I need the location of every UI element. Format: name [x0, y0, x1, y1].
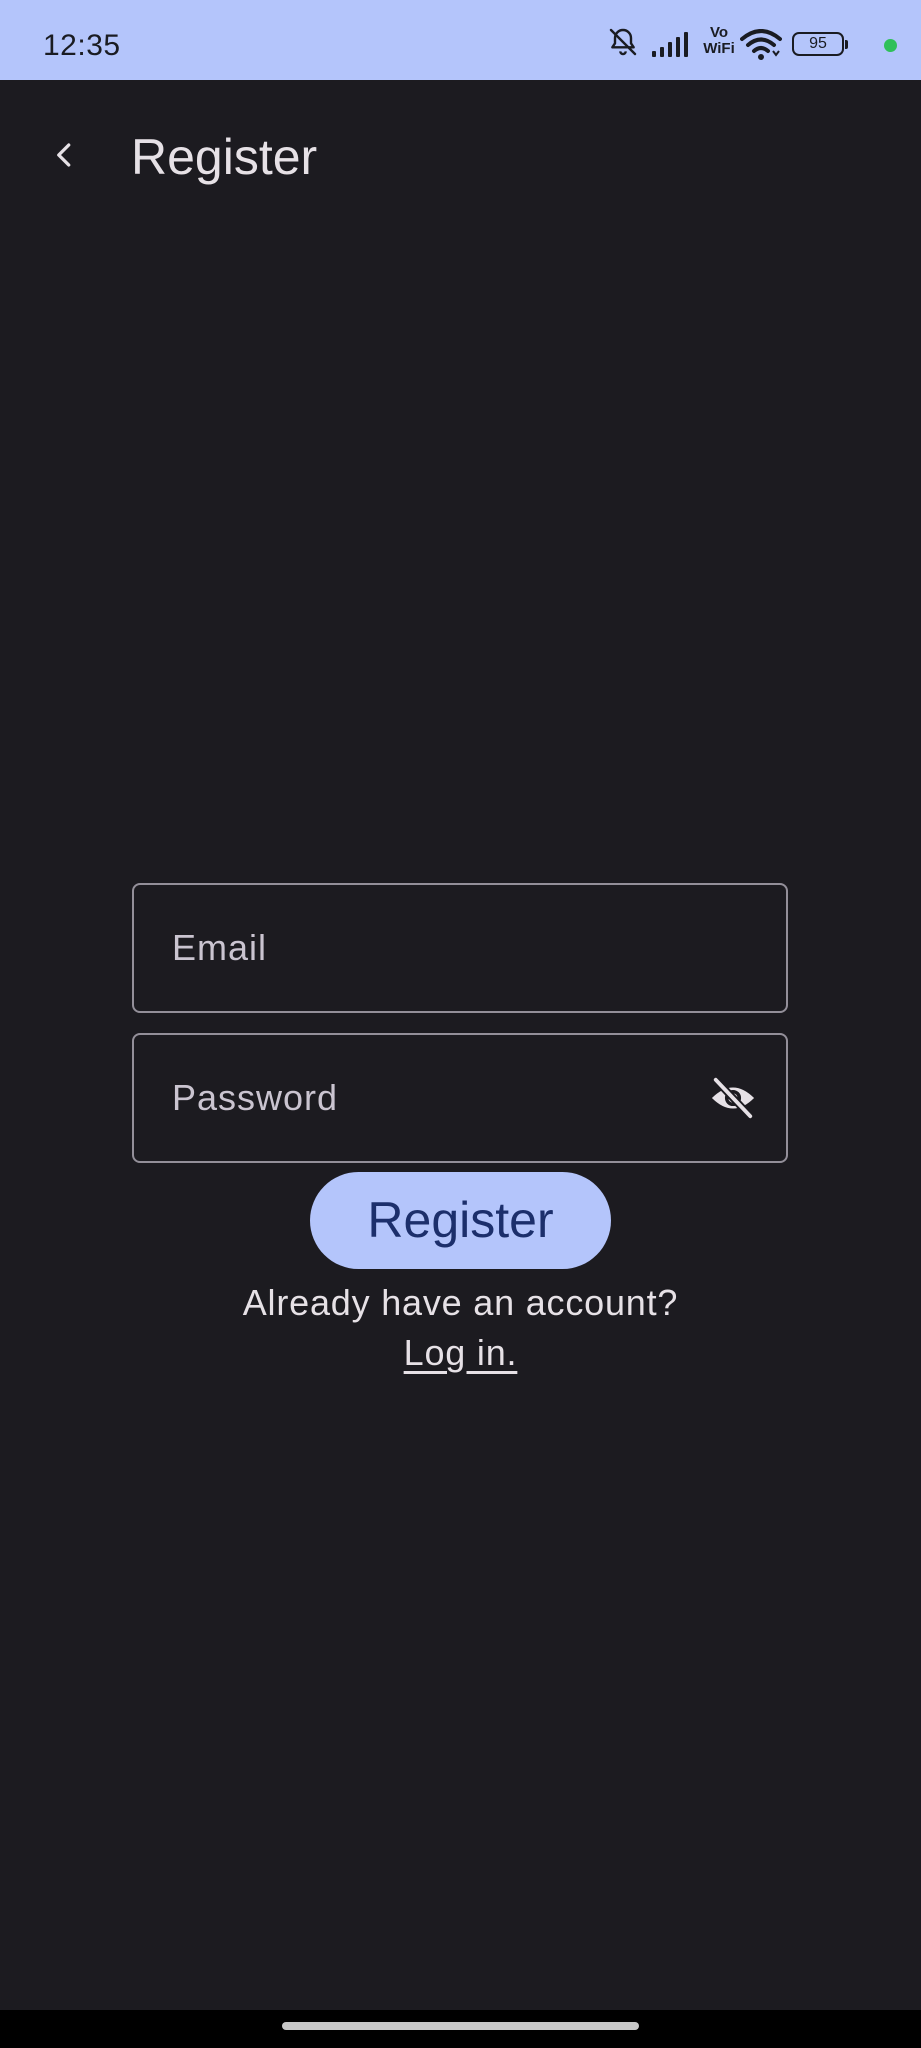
status-bar: 12:35 Vo WiFi 95: [0, 0, 921, 80]
login-prompt: Already have an account?: [242, 1282, 679, 1323]
navigation-bar: [0, 2010, 921, 2048]
password-field[interactable]: [132, 1033, 788, 1163]
wifi-icon: [740, 29, 782, 60]
privacy-indicator-dot: [884, 39, 897, 52]
home-indicator[interactable]: [282, 2022, 639, 2030]
battery-level: 95: [809, 35, 827, 52]
signal-icon: [652, 32, 688, 57]
chevron-left-icon: [57, 143, 71, 167]
email-input[interactable]: [172, 885, 712, 1011]
page-title: Register: [131, 129, 318, 185]
register-screen: 12:35 Vo WiFi 95 Register Email Register…: [0, 0, 921, 2048]
status-time: 12:35: [43, 29, 121, 62]
register-button[interactable]: Register: [310, 1172, 611, 1269]
login-link[interactable]: Log in.: [404, 1332, 518, 1373]
back-button[interactable]: [38, 128, 92, 182]
bell-off-icon: [609, 28, 637, 56]
login-link-row: Log in.: [0, 1328, 921, 1378]
email-field[interactable]: [132, 883, 788, 1013]
eye-off-icon[interactable]: [708, 1075, 758, 1121]
vowifi-icon: Vo WiFi: [703, 24, 735, 57]
password-input[interactable]: [172, 1035, 712, 1161]
app-bar: Register: [0, 80, 921, 230]
battery-icon: 95: [792, 32, 848, 58]
